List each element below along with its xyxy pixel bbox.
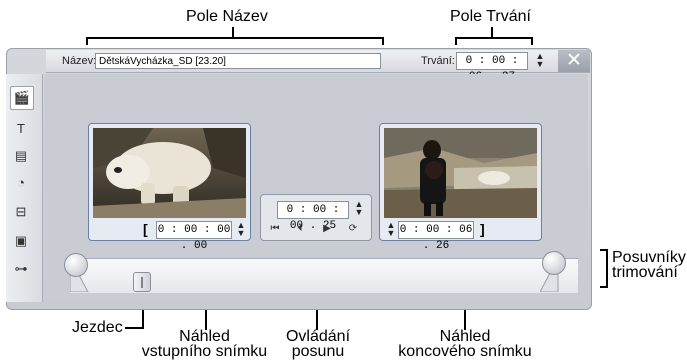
effects-icon: ▤ xyxy=(14,148,28,163)
out-frame-image xyxy=(384,128,537,218)
callout-nahled-vstupni-line1: Náhled xyxy=(179,328,230,345)
zoo-scene-image xyxy=(384,128,537,218)
callout-posuvniky-line2: trimování xyxy=(612,264,678,281)
callout-nahled-vstupni: Náhled vstupního snímku xyxy=(137,328,272,360)
camera-icon: ◔ xyxy=(17,175,25,190)
callout-posuvniky-bracket-bottom xyxy=(600,286,608,288)
go-to-start-button[interactable]: ⏮ xyxy=(267,223,283,234)
callout-ovladani-posunu: Ovládání posunu xyxy=(278,328,358,360)
out-timecode-spinner[interactable]: ▲ ▼ xyxy=(386,221,396,239)
name-label: Název: xyxy=(62,55,97,67)
sidebar-button-effects[interactable]: ▤ xyxy=(10,145,32,167)
name-field[interactable]: DětskáVycházka_SD [23.20] xyxy=(95,53,381,69)
out-frame-preview: ▲ ▼ 0 : 00 : 06 . 26 ] xyxy=(379,123,542,252)
callout-bracket-trvani xyxy=(455,37,533,45)
transport-timecode-spinner[interactable]: ▲ ▼ xyxy=(354,200,364,218)
scrubber-handle[interactable] xyxy=(133,272,151,292)
callout-nahled-vstupni-line2: vstupního snímku xyxy=(141,343,268,360)
sidebar-button-plug[interactable]: ⊶ xyxy=(10,258,32,280)
sidebar-button-square[interactable]: ▣ xyxy=(10,230,32,252)
callout-pole-nazev: Pole Název xyxy=(186,8,268,25)
callout-ovladani-line1: Ovládání xyxy=(285,328,351,345)
callout-posuvniky-trimovani: Posuvníky trimování xyxy=(612,249,686,281)
sidebar-button-title-text[interactable]: T xyxy=(10,118,32,140)
close-icon: ✕ xyxy=(566,50,582,71)
in-timecode-field[interactable]: 0 : 00 : 00 . 00 xyxy=(156,221,232,252)
callout-pole-trvani: Pole Trvání xyxy=(450,8,531,25)
callout-line-nazev xyxy=(232,27,234,37)
out-bracket-icon: ] xyxy=(480,221,485,237)
video-tool-icon: 🎬 xyxy=(13,90,31,105)
in-bracket-icon: [ xyxy=(143,221,148,237)
close-button[interactable]: ✕ xyxy=(558,50,590,72)
square-icon: ▣ xyxy=(14,233,28,248)
callout-nahled-koncovy: Náhled koncového snímku xyxy=(392,328,538,360)
duration-field[interactable]: 0 : 00 : 06 . 27 xyxy=(456,52,528,83)
scrubber-grip xyxy=(141,277,143,288)
sidebar-button-camera[interactable]: ◔ xyxy=(10,172,32,194)
trim-in-handle[interactable] xyxy=(64,253,88,277)
in-frame-preview: [ 0 : 00 : 00 . 00 ▲ ▼ xyxy=(88,123,251,252)
callout-jezdec: Jezdec xyxy=(72,319,123,336)
step-back-button[interactable]: ⏴ xyxy=(292,223,308,234)
callout-bracket-nazev xyxy=(86,37,384,45)
callout-ovladani-line2: posunu xyxy=(291,343,345,360)
plug-icon: ⊶ xyxy=(14,261,28,276)
callout-posuvniky-line1: Posuvníky xyxy=(612,249,686,266)
in-timecode-spinner[interactable]: ▲ ▼ xyxy=(236,221,246,239)
transport-timecode-field[interactable]: 0 : 00 : 00 . 25 xyxy=(277,201,349,232)
trim-out-handle[interactable] xyxy=(542,251,566,275)
title-text-icon: T xyxy=(17,121,25,136)
transport-controls: 0 : 00 : 00 . 25 ▲ ▼ ⏮ ⏴ ▶ ⟳ xyxy=(260,194,372,241)
sidebar-button-video-tool[interactable]: 🎬 xyxy=(10,86,34,110)
in-frame-image xyxy=(93,128,246,218)
callout-nahled-koncovy-line2: koncového snímku xyxy=(398,343,532,360)
callout-posuvniky-bracket-v xyxy=(606,249,608,288)
loop-button[interactable]: ⟳ xyxy=(345,223,361,234)
callout-nahled-koncovy-line1: Náhled xyxy=(439,328,491,345)
duration-label: Trvání: xyxy=(421,55,455,67)
callout-line-trvani xyxy=(491,27,493,37)
callout-posuvniky-bracket-top xyxy=(600,249,608,251)
duration-spinner[interactable]: ▲ ▼ xyxy=(535,52,545,70)
sidebar-button-clapper[interactable]: ⊟ xyxy=(10,201,32,223)
out-timecode-field[interactable]: 0 : 00 : 06 . 26 xyxy=(398,221,474,252)
play-button[interactable]: ▶ xyxy=(319,223,335,234)
polar-bear-image xyxy=(93,128,246,218)
clapper-icon: ⊟ xyxy=(15,204,27,219)
